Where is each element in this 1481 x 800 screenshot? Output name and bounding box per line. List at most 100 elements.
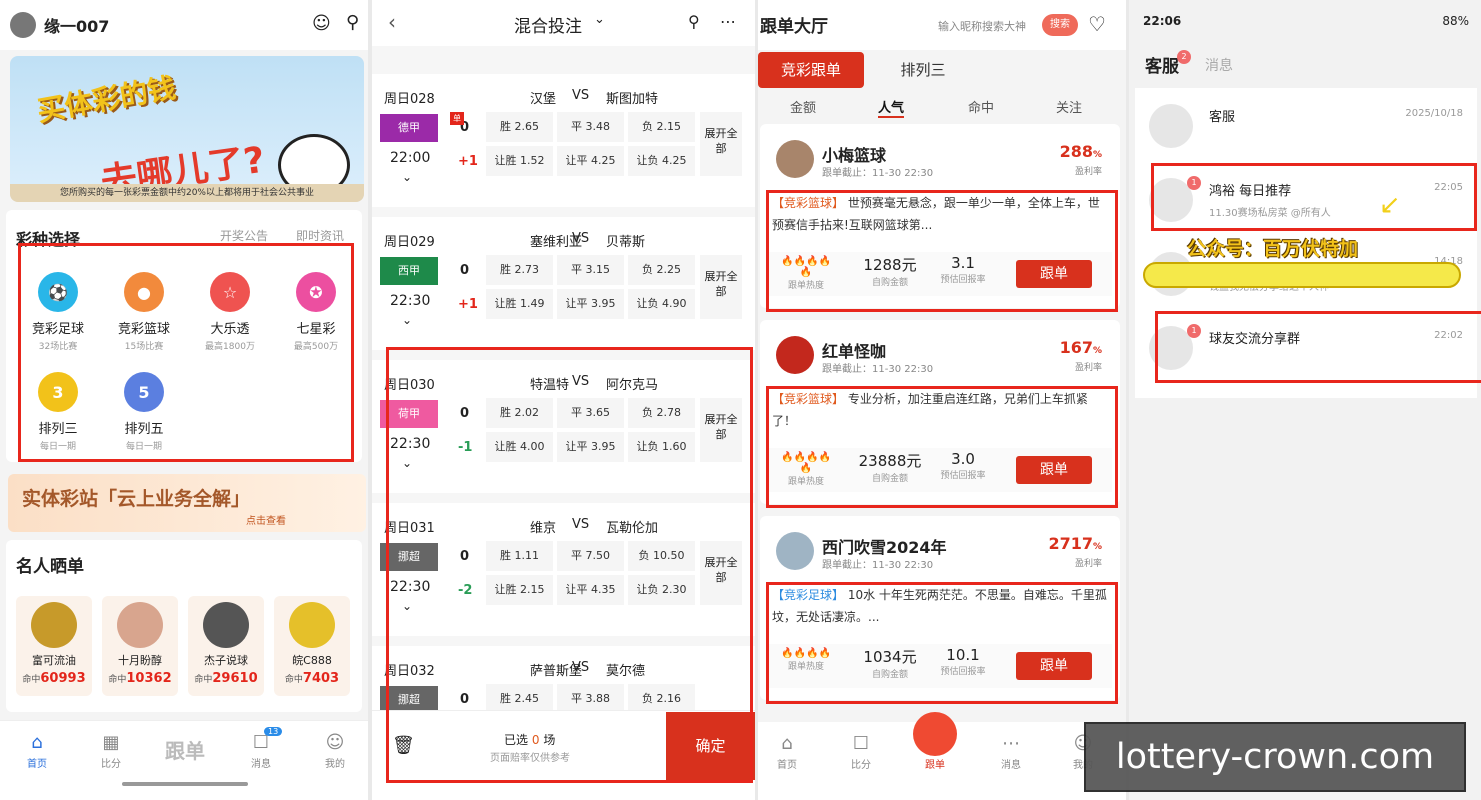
handicap-base: 0 [460, 263, 470, 278]
odds-cell[interactable]: 负 10.50 [628, 541, 695, 571]
odds-cell[interactable]: 平 3.48 [557, 112, 624, 142]
follow-card[interactable]: 红单怪咖 跟单截止：11-30 22:30 167% 盈利率 【竞彩篮球】 专业… [760, 320, 1120, 504]
odds-cell[interactable]: 让负 4.25 [628, 146, 695, 176]
arrow-icon: ↙ [1379, 190, 1401, 220]
odds-cell[interactable]: 让平 4.25 [557, 146, 624, 176]
lottery-pailie5[interactable]: 5 排列五 每日一期 [104, 372, 184, 452]
chat-time: 22:02 [1434, 330, 1463, 341]
odds-cell[interactable]: 让胜 4.00 [486, 432, 553, 462]
draw-notice-link[interactable]: 开奖公告 [220, 227, 268, 244]
trash-icon[interactable]: 🗑 [392, 735, 415, 756]
tab-pailie3[interactable]: 排列三 [870, 52, 976, 88]
odds-cell[interactable]: 负 2.25 [628, 255, 695, 285]
chevron-down-icon[interactable]: ⌄ [594, 12, 605, 27]
card-text: 【竞彩篮球】 世预赛毫无悬念，跟一单少一单，全体上车，世预赛信手拈来!互联网篮球… [772, 196, 1100, 232]
subtab-amount[interactable]: 金额 [790, 97, 816, 116]
odds-cell[interactable]: 让胜 1.49 [486, 289, 553, 319]
famous-card[interactable]: 富可流油 命中60993 [16, 596, 92, 696]
lottery-basketball[interactable]: ● 竞彩篮球 15场比赛 [104, 272, 184, 352]
match-card: 周日030 特温特 VS 阿尔克马 荷甲 22:30 ⌄ 0 -1 胜 2.02… [372, 360, 755, 493]
lottery-name: 竞彩足球 [31, 322, 84, 337]
tab-message[interactable]: ⋯ 消息 [986, 732, 1036, 771]
follow-button[interactable]: 跟单 [1016, 456, 1092, 484]
tab-service[interactable]: 客服 [1145, 52, 1179, 77]
more-icon[interactable]: ⋯ [720, 12, 736, 31]
odds-cell[interactable]: 胜 2.65 [486, 112, 553, 142]
famous-card[interactable]: 杰子说球 命中29610 [188, 596, 264, 696]
tab-profile[interactable]: ☺ 我的 [310, 731, 360, 770]
message-badge: 13 [264, 727, 283, 736]
customer-service-icon[interactable]: ☺ [312, 13, 331, 34]
search-input[interactable]: 输入昵称搜索大神 [938, 18, 1026, 34]
chat-item[interactable]: 客服 2025/10/18 [1135, 92, 1477, 162]
tab-message[interactable]: ☐ 消息 13 [236, 727, 286, 770]
filter-icon[interactable]: ⚲ [688, 12, 700, 31]
famous-card[interactable]: 十月盼醇 命中10362 [102, 596, 178, 696]
odds-cell[interactable]: 平 3.15 [557, 255, 624, 285]
lottery-qixingcai[interactable]: ✪ 七星彩 最高500万 [276, 272, 356, 352]
odds-cell[interactable]: 平 7.50 [557, 541, 624, 571]
follow-card[interactable]: 西门吹雪2024年 跟单截止：11-30 22:30 2717% 盈利率 【竞彩… [760, 516, 1120, 700]
odds-cell[interactable]: 让胜 1.52 [486, 146, 553, 176]
odds-cell[interactable]: 负 2.78 [628, 398, 695, 428]
tab-home[interactable]: ⌂ 首页 [762, 732, 812, 771]
follow-button[interactable]: 跟单 [1016, 260, 1092, 288]
tab-messages[interactable]: 消息 [1205, 55, 1233, 75]
expand-button[interactable]: 展开全部 [700, 255, 742, 319]
lottery-pailie3[interactable]: 3 排列三 每日一期 [18, 372, 98, 452]
bottom-tabbar: ⌂ 首页 ▦ 比分 跟单 ☐ 消息 13 ☺ 我的 [0, 720, 368, 800]
chat-item[interactable]: 1 球友交流分享群 22:02 [1135, 314, 1477, 384]
betting-header: ‹ 混合投注 ⌄ ⚲ ⋯ [372, 0, 755, 46]
lottery-soccer[interactable]: ⚽ 竞彩足球 32场比赛 [18, 272, 98, 352]
odds-cell[interactable]: 胜 2.02 [486, 398, 553, 428]
promo-link[interactable]: 点击查看 [246, 512, 286, 527]
search-button[interactable]: 搜索 [1042, 14, 1078, 36]
tab-score[interactable]: ▦ 比分 [86, 731, 136, 770]
tab-jingcai[interactable]: 竞彩跟单 [758, 52, 864, 88]
odds-cell[interactable]: 平 3.65 [557, 398, 624, 428]
expand-button[interactable]: 展开全部 [700, 541, 742, 605]
famous-hit: 命中60993 [22, 671, 86, 686]
odds-cell[interactable]: 让负 1.60 [628, 432, 695, 462]
back-icon[interactable]: ‹ [388, 10, 396, 34]
famous-card[interactable]: 皖C888 命中7403 [274, 596, 350, 696]
expand-button[interactable]: 展开全部 [700, 112, 742, 176]
confirm-button[interactable]: 确定 [666, 712, 755, 780]
follow-card[interactable]: 小梅篮球 跟单截止：11-30 22:30 288% 盈利率 【竞彩篮球】 世预… [760, 124, 1120, 308]
heart-icon[interactable]: ♡ [1088, 12, 1106, 36]
follow-button[interactable]: 跟单 [1016, 652, 1092, 680]
odds-cell[interactable]: 让负 4.90 [628, 289, 695, 319]
lottery-daletou[interactable]: ☆ 大乐透 最高1800万 [190, 272, 270, 352]
odds-cell[interactable]: 让平 4.35 [557, 575, 624, 605]
odds-cell[interactable]: 胜 1.11 [486, 541, 553, 571]
odds-cell[interactable]: 让平 3.95 [557, 289, 624, 319]
tab-follow[interactable]: 跟单 [160, 735, 210, 764]
chat-item[interactable]: 1 鸿裕 每日推荐 22:05 11.30赛场私房菜 @所有人 [1135, 166, 1477, 236]
odds-cell[interactable]: 让平 3.95 [557, 432, 624, 462]
promo-banner[interactable]: 买体彩的钱 去哪儿了? 您所购买的每一张彩票金额中约20%以上都将用于社会公共事… [10, 56, 364, 202]
page-title[interactable]: 混合投注 [514, 12, 582, 37]
search-icon[interactable]: ⚲ [346, 12, 359, 33]
chat-preview: 11.30赛场私房菜 @所有人 [1209, 208, 1331, 219]
tab-home[interactable]: ⌂ 首页 [12, 731, 62, 770]
subtab-popular[interactable]: 人气 [878, 97, 905, 118]
odds-cell[interactable]: 让负 2.30 [628, 575, 695, 605]
lottery-sub: 每日一期 [125, 442, 162, 452]
lottery-sub: 每日一期 [39, 442, 76, 452]
news-link[interactable]: 即时资讯 [296, 227, 344, 244]
soccer-icon: ⚽ [38, 272, 78, 312]
away-team: 阿尔克马 [606, 378, 659, 393]
overlay-bar [1143, 262, 1461, 288]
tab-follow[interactable]: 跟单 [910, 712, 960, 771]
odds-cell[interactable]: 胜 2.73 [486, 255, 553, 285]
subtab-follow[interactable]: 关注 [1056, 97, 1082, 116]
odds-cell[interactable]: 负 2.15 [628, 112, 695, 142]
subtab-hit[interactable]: 命中 [968, 97, 994, 116]
handicap-value: +1 [458, 154, 478, 169]
user-avatar[interactable] [10, 12, 36, 38]
return-rate: 3.0 预估回报率 [940, 450, 986, 481]
expand-button[interactable]: 展开全部 [700, 398, 742, 462]
tab-score[interactable]: ☐ 比分 [836, 732, 886, 771]
amount: 23888元 自购金额 [858, 452, 922, 484]
odds-cell[interactable]: 让胜 2.15 [486, 575, 553, 605]
